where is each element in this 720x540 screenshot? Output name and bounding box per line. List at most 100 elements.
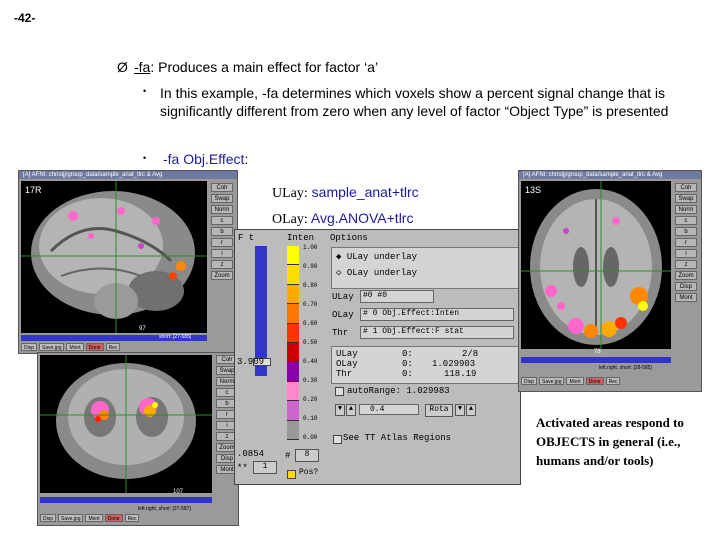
axial-i-button[interactable]: i bbox=[675, 249, 697, 258]
colorbar-swatch[interactable] bbox=[287, 342, 299, 363]
colorbar-swatch[interactable] bbox=[287, 420, 299, 440]
axial-norm-button[interactable]: Norm bbox=[675, 205, 697, 214]
axial-r-button[interactable]: r bbox=[675, 238, 697, 247]
axial-done-button[interactable]: Done bbox=[585, 377, 604, 385]
scale-up-arrow-icon[interactable]: ▲ bbox=[346, 404, 356, 416]
ulay-dataset: sample_anat+tlrc bbox=[311, 184, 419, 200]
axial-z-button[interactable]: z bbox=[675, 260, 697, 269]
axial-slice-slider[interactable] bbox=[521, 357, 671, 363]
coronal-mont-button[interactable]: Mont bbox=[85, 514, 103, 522]
colorbar-swatch[interactable] bbox=[287, 265, 299, 285]
colorbar-tick-label: 0.70 bbox=[303, 301, 318, 308]
arrow-bullet-icon: Ø bbox=[117, 59, 128, 75]
axial-slider-value: 78 bbox=[594, 349, 601, 355]
colorbar-swatch[interactable] bbox=[287, 362, 299, 382]
olay-selector[interactable]: # 0 Obj.Effect:Inten bbox=[360, 308, 514, 321]
colorbar-swatch[interactable] bbox=[287, 246, 299, 266]
sagittal-brain-image[interactable]: 17R bbox=[21, 181, 207, 333]
axial-b-button[interactable]: b bbox=[675, 227, 697, 236]
rec-button[interactable]: Rec bbox=[105, 343, 121, 351]
sagittal-side-buttons: Colr Swap Norm c b r i z Zoom bbox=[211, 183, 233, 280]
swap-button[interactable]: Swap bbox=[211, 194, 233, 203]
autorange-checkbox[interactable] bbox=[335, 387, 344, 396]
norm-button[interactable]: Norm bbox=[211, 205, 233, 214]
overlay-colorbar[interactable] bbox=[287, 246, 299, 440]
done-button[interactable]: Done bbox=[85, 343, 104, 351]
rota-up-arrow-icon[interactable]: ▲ bbox=[466, 404, 476, 416]
coronal-slider-note: left.right, short: [27-587] bbox=[138, 506, 191, 512]
coronal-slice-slider[interactable] bbox=[40, 497, 212, 503]
readout-olay-value: 1.029903 bbox=[432, 359, 476, 369]
olay-underlay-option[interactable]: ◇ OLay underlay bbox=[336, 268, 417, 278]
color-count-selector[interactable]: 8 bbox=[295, 449, 319, 462]
coronal-rec-button[interactable]: Rec bbox=[124, 514, 140, 522]
ulay-label: ULay bbox=[332, 292, 354, 302]
b-button[interactable]: b bbox=[211, 227, 233, 236]
axial-disp-side-button[interactable]: Disp bbox=[675, 282, 697, 291]
r-button[interactable]: r bbox=[211, 238, 233, 247]
coronal-bottom-bar: Disp Save.jpg Mont Done Rec bbox=[40, 514, 140, 522]
mont-button[interactable]: Mont bbox=[66, 343, 84, 351]
rota-button[interactable]: Rota bbox=[425, 404, 453, 417]
axial-brain-image[interactable]: 13S bbox=[521, 181, 671, 349]
axial-colr-button[interactable]: Colr bbox=[675, 183, 697, 192]
disp-button[interactable]: Disp bbox=[21, 343, 38, 351]
colorbar-swatch[interactable] bbox=[287, 401, 299, 421]
save-button[interactable]: Save.jpg bbox=[39, 343, 65, 351]
colorbar-swatch[interactable] bbox=[287, 381, 299, 402]
inten-column-label: Inten bbox=[287, 233, 315, 243]
value-readout-box: ULay 0: 2/8 OLay 0: 1.029903 Thr 0: 118.… bbox=[331, 346, 519, 384]
scale-value-field[interactable]: 0.4 bbox=[359, 404, 419, 415]
coronal-save-button[interactable]: Save.jpg bbox=[58, 514, 84, 522]
threshold-value: 3.909 bbox=[237, 357, 265, 367]
sub-bullet-dot-1: • bbox=[143, 86, 147, 96]
coronal-brain-image[interactable] bbox=[40, 355, 212, 493]
z-button[interactable]: z bbox=[211, 260, 233, 269]
fa-description: : Produces a main effect for factor ‘a’ bbox=[150, 59, 379, 75]
axial-disp-button[interactable]: Disp bbox=[521, 377, 538, 385]
colorbar-tick-label: 0.40 bbox=[303, 358, 318, 365]
sagittal-corner-label: 17R bbox=[25, 185, 42, 195]
page-number: -42- bbox=[14, 11, 36, 25]
colorbar-swatch[interactable] bbox=[287, 323, 299, 343]
readout-thr-label: Thr bbox=[336, 369, 353, 379]
pow-label: ** bbox=[237, 463, 248, 473]
axial-c-button[interactable]: c bbox=[675, 216, 697, 225]
main-bullet-text: -fa: Produces a main effect for factor ‘… bbox=[134, 59, 378, 75]
atlas-checkbox[interactable] bbox=[333, 435, 342, 444]
sagittal-title-bar: [A] AFNI: christjj/group_data/sample_ana… bbox=[19, 171, 237, 179]
colorbar-swatch[interactable] bbox=[287, 284, 299, 305]
colr-button[interactable]: Colr bbox=[211, 183, 233, 192]
axial-swap-button[interactable]: Swap bbox=[675, 194, 697, 203]
axial-zoom-button[interactable]: Zoom bbox=[675, 271, 697, 280]
olay-dataset: Avg.ANOVA+tlrc bbox=[310, 210, 414, 226]
fa-option: -fa bbox=[134, 59, 151, 75]
rota-down-arrow-icon[interactable]: ▼ bbox=[455, 404, 465, 416]
coronal-done-button[interactable]: Done bbox=[104, 514, 123, 522]
ulay-underlay-option[interactable]: ◆ ULay underlay bbox=[336, 252, 417, 262]
colorbar-swatch[interactable] bbox=[287, 304, 299, 324]
thr-label: Thr bbox=[332, 328, 349, 338]
thr-selector[interactable]: # 1 Obj.Effect:F stat bbox=[360, 326, 514, 339]
axial-mont-button[interactable]: Mont bbox=[566, 377, 584, 385]
axial-mont-side-button[interactable]: Mont bbox=[675, 293, 697, 302]
readout-ulay-o: 0: bbox=[402, 349, 413, 359]
underlay-choice-box: ◆ ULay underlay ◇ OLay underlay bbox=[331, 247, 519, 289]
colorbar-tick-label: 1.00 bbox=[303, 244, 318, 251]
pow-selector[interactable]: 1 bbox=[253, 461, 277, 474]
scale-down-arrow-icon[interactable]: ▼ bbox=[335, 404, 345, 416]
sub-bullet-1: In this example, -fa determines which vo… bbox=[160, 85, 669, 119]
colorbar-ticks: 1.00 0.90 0.80 0.70 0.60 0.50 0.40 0.30 0.20 0.10… bbox=[303, 244, 331, 441]
coronal-disp-button[interactable]: Disp bbox=[40, 514, 57, 522]
ulay-selector[interactable]: #0 #0 bbox=[360, 290, 434, 303]
axial-save-button[interactable]: Save.jpg bbox=[539, 377, 565, 385]
axial-rec-button[interactable]: Rec bbox=[605, 377, 621, 385]
c-button[interactable]: c bbox=[211, 216, 233, 225]
ulay-line: ULay: sample_anat+tlrc bbox=[272, 180, 419, 206]
i-button[interactable]: i bbox=[211, 249, 233, 258]
zoom-button[interactable]: Zoom bbox=[211, 271, 233, 280]
overlay-control-panel: F t Inten Options 3.909 .0854 1.00 0.90 0.… bbox=[234, 229, 521, 485]
posfunc-toggle[interactable] bbox=[287, 470, 296, 479]
sub-bullet-2-colon: : bbox=[244, 151, 249, 167]
sub-bullet-2: -fa Obj.Effect: bbox=[163, 150, 248, 168]
